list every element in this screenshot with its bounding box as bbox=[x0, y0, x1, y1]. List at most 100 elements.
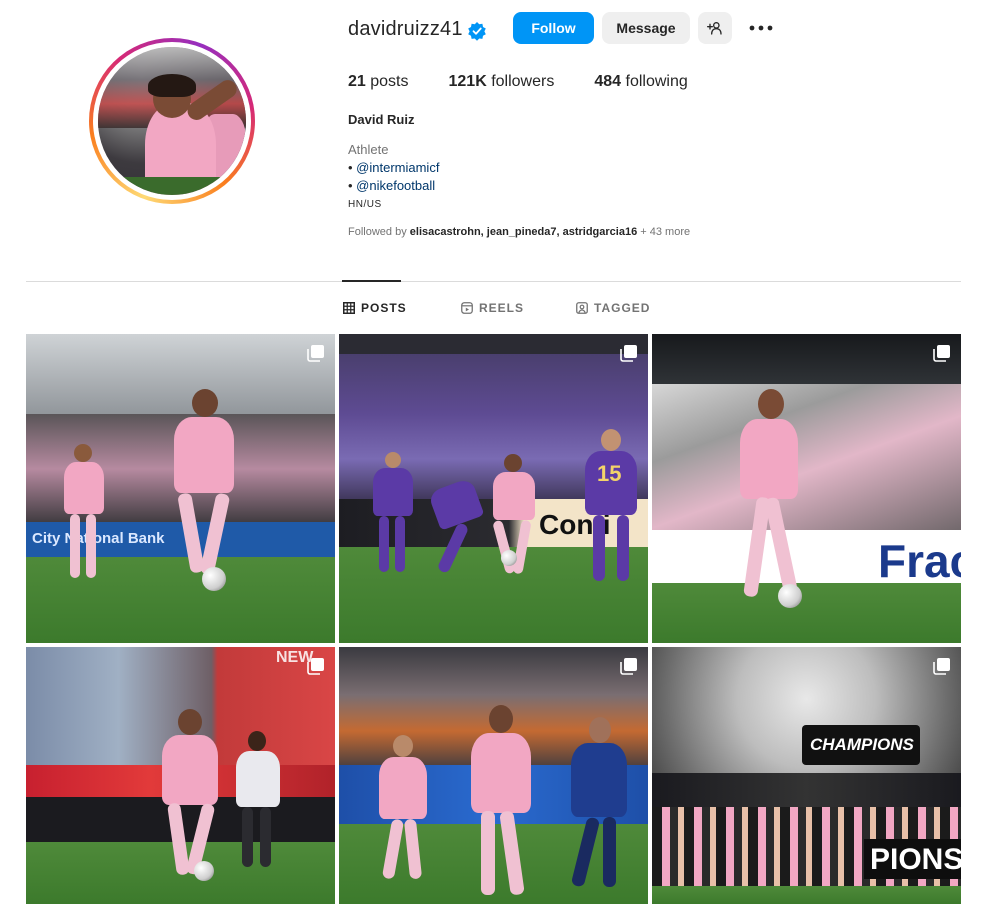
followers-link[interactable]: 121K followers bbox=[449, 73, 555, 91]
player-head bbox=[74, 444, 92, 462]
post-thumbnail[interactable]: CHAMPIONS PIONS bbox=[652, 647, 961, 904]
player-main bbox=[465, 705, 537, 900]
player-leg bbox=[242, 807, 253, 867]
bio-bullet: • bbox=[348, 178, 357, 193]
bio-line-2: • @nikefootball bbox=[348, 178, 435, 193]
player-leg bbox=[403, 818, 423, 880]
player-opponent bbox=[232, 731, 284, 871]
player-leg bbox=[499, 810, 525, 896]
football bbox=[194, 861, 214, 881]
player-head bbox=[758, 389, 784, 419]
player-shirt: 15 bbox=[585, 451, 637, 515]
champions-banner: CHAMPIONS bbox=[802, 725, 920, 765]
avatar-hair bbox=[148, 73, 196, 98]
profile-avatar-story-ring[interactable] bbox=[89, 38, 255, 204]
player-leg bbox=[593, 515, 605, 581]
player-head bbox=[248, 731, 266, 751]
player-leg bbox=[570, 816, 601, 888]
advertising-board: PIONS bbox=[864, 839, 961, 879]
post-thumbnail[interactable]: Conti 15 bbox=[339, 334, 648, 643]
post-thumbnail[interactable] bbox=[339, 647, 648, 904]
player-head bbox=[504, 454, 522, 472]
profile-stats: 21 posts 121K followers 484 following bbox=[348, 73, 728, 91]
player-shirt bbox=[373, 468, 413, 516]
bio-bullet: • bbox=[348, 160, 357, 175]
post-thumbnail[interactable]: Frac bbox=[652, 334, 961, 643]
grid-icon bbox=[343, 302, 355, 314]
carousel-icon bbox=[620, 345, 637, 362]
more-dots-icon bbox=[749, 25, 773, 31]
player-teammate bbox=[375, 735, 433, 885]
tab-tagged-label: TAGGED bbox=[594, 301, 651, 315]
player-shirt bbox=[379, 757, 427, 819]
tab-reels[interactable]: REELS bbox=[461, 301, 524, 315]
followers-count-value: 121K bbox=[448, 73, 487, 90]
player-shirt bbox=[740, 419, 798, 499]
player-main bbox=[164, 389, 244, 584]
posts-count-label: posts bbox=[370, 73, 409, 90]
player-head bbox=[178, 709, 202, 735]
post-thumbnail[interactable]: NEW bbox=[26, 647, 335, 904]
tab-reels-label: REELS bbox=[479, 301, 525, 315]
player-head bbox=[589, 717, 611, 743]
pitch bbox=[652, 886, 961, 904]
posts-count-value: 21 bbox=[348, 73, 366, 90]
bio-country: HN/US bbox=[348, 199, 382, 210]
profile-category: Athlete bbox=[348, 142, 389, 157]
player-head bbox=[385, 452, 401, 468]
tabs-divider bbox=[26, 281, 961, 282]
player-shirt bbox=[493, 472, 535, 520]
player-shirt bbox=[174, 417, 234, 493]
player-head bbox=[601, 429, 621, 451]
bio-link-intermiamicf[interactable]: @intermiamicf bbox=[356, 160, 439, 175]
player-leg bbox=[603, 817, 616, 887]
tagged-icon bbox=[576, 302, 588, 314]
player-background bbox=[60, 444, 110, 584]
more-options-button[interactable] bbox=[748, 16, 774, 40]
tab-tagged[interactable]: TAGGED bbox=[576, 301, 650, 315]
player-leg bbox=[177, 492, 205, 574]
player-opponent bbox=[369, 452, 419, 577]
verified-badge-icon bbox=[468, 22, 486, 41]
posts-count: 21 posts bbox=[348, 73, 409, 91]
board-text: Frac bbox=[878, 535, 961, 587]
carousel-icon bbox=[307, 345, 324, 362]
shirt-number: 15 bbox=[597, 461, 622, 486]
reels-icon bbox=[461, 302, 473, 314]
follow-button[interactable]: Follow bbox=[513, 12, 594, 44]
football bbox=[202, 567, 226, 591]
player-leg bbox=[436, 521, 470, 575]
tab-posts[interactable]: POSTS bbox=[343, 301, 407, 315]
player-leg bbox=[86, 514, 96, 578]
player-shirt bbox=[64, 462, 104, 514]
avatar-border bbox=[93, 42, 251, 200]
player-opponent bbox=[567, 717, 633, 892]
profile-username[interactable]: davidruizz41 bbox=[348, 18, 463, 41]
followed-by-more: + 43 more bbox=[637, 226, 691, 238]
player-head bbox=[393, 735, 413, 757]
followed-by[interactable]: Followed by elisacastrohn, jean_pineda7,… bbox=[348, 226, 690, 238]
profile-full-name: David Ruiz bbox=[348, 112, 415, 127]
suggested-accounts-button[interactable] bbox=[698, 12, 732, 44]
player-leg bbox=[395, 516, 405, 572]
add-user-icon bbox=[707, 22, 722, 35]
followers-count-label: followers bbox=[491, 73, 555, 90]
avatar[interactable] bbox=[98, 47, 246, 195]
player-shirt bbox=[427, 477, 485, 531]
followed-by-names: elisacastrohn, jean_pineda7, astridgarci… bbox=[409, 226, 638, 238]
following-link[interactable]: 484 following bbox=[594, 73, 687, 91]
player-main bbox=[732, 389, 808, 604]
message-button[interactable]: Message bbox=[602, 12, 690, 44]
post-thumbnail[interactable]: City National Bank bbox=[26, 334, 335, 643]
bio-link-nikefootball[interactable]: @nikefootball bbox=[356, 178, 435, 193]
player-leg bbox=[70, 514, 80, 578]
carousel-icon bbox=[620, 658, 637, 675]
football bbox=[778, 584, 802, 608]
tab-posts-label: POSTS bbox=[361, 301, 407, 315]
player-shirt bbox=[162, 735, 218, 805]
banner-text: CHAMPIONS bbox=[810, 735, 914, 754]
player-leg bbox=[199, 492, 231, 576]
player-leg bbox=[492, 519, 516, 575]
player-shirt bbox=[471, 733, 531, 813]
football bbox=[501, 550, 517, 566]
